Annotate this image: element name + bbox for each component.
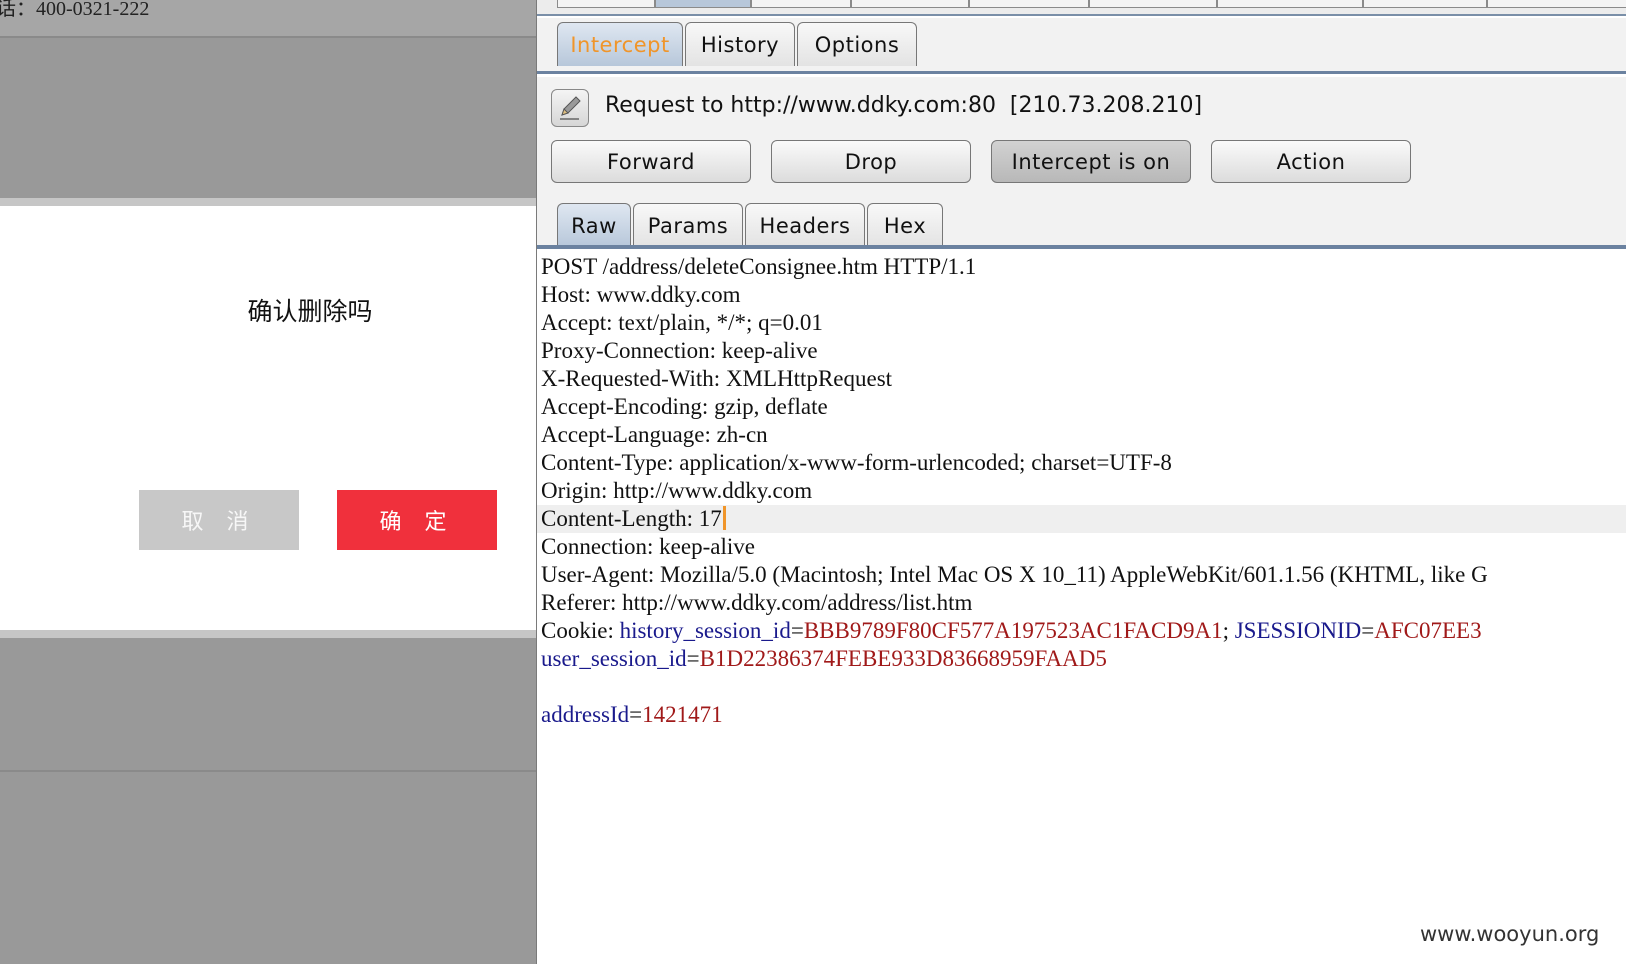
raw-request-editor[interactable]: POST /address/deleteConsignee.htm HTTP/1… (537, 253, 1626, 964)
cookie-value: AFC07EE3 (1374, 618, 1482, 643)
param-value: 1421471 (642, 702, 723, 727)
tab-raw[interactable]: Raw (557, 203, 631, 247)
top-tab-proxy-selected[interactable] (655, 0, 751, 8)
cookie-prefix: Cookie: (541, 618, 620, 643)
top-tab-stub[interactable] (751, 0, 851, 8)
cookie-separator: ; (1222, 618, 1235, 643)
intercept-toolbar: Request to http://www.ddky.com:80 [210.7… (537, 77, 1626, 247)
cookie-value: B1D22386374FEBE933D83668959FAAD5 (699, 646, 1107, 671)
header-line: Accept-Encoding: gzip, deflate (541, 394, 828, 419)
cookie-value: BBB9789F80CF577A197523AC1FACD9A1 (803, 618, 1223, 643)
top-tab-stub[interactable] (557, 0, 655, 8)
divider (0, 36, 536, 38)
tab-intercept[interactable]: Intercept (557, 22, 683, 66)
intercept-toggle-button[interactable]: Intercept is on (991, 140, 1191, 183)
cookie-line-continued: user_session_id=B1D22386374FEBE933D83668… (541, 646, 1107, 671)
header-line: X-Requested-With: XMLHttpRequest (541, 366, 893, 391)
forward-button[interactable]: Forward (551, 140, 751, 183)
cookie-key: user_session_id (541, 646, 687, 671)
header-line: Origin: http://www.ddky.com (541, 478, 813, 503)
request-target-text: Request to http://www.ddky.com:80 [210.7… (605, 93, 1203, 118)
body-param-line: addressId=1421471 (541, 702, 723, 727)
header-line: User-Agent: Mozilla/5.0 (Macintosh; Inte… (541, 562, 1488, 587)
cookie-key: history_session_id (619, 618, 791, 643)
param-key: addressId (541, 702, 630, 727)
header-line: Content-Type: application/x-www-form-url… (541, 450, 1172, 475)
top-tab-stub[interactable] (1487, 0, 1626, 8)
edit-request-button[interactable] (551, 89, 589, 127)
header-line: Host: www.ddky.com (541, 282, 741, 307)
tab-options[interactable]: Options (797, 22, 917, 66)
tab-params[interactable]: Params (633, 203, 743, 247)
tab-history[interactable]: History (685, 22, 795, 66)
pencil-icon (560, 96, 581, 120)
tab-headers[interactable]: Headers (745, 203, 865, 247)
header-line: Accept: text/plain, */*; q=0.01 (541, 310, 823, 335)
watermark: www.wooyun.org (1420, 922, 1600, 946)
text-caret (722, 506, 726, 530)
header-line: Proxy-Connection: keep-alive (541, 338, 818, 363)
top-tab-stub[interactable] (1089, 0, 1217, 8)
web-page-pane: 话：400-0321-222 确认删除吗 取 消 确 定 (0, 0, 536, 964)
header-line: Accept-Language: zh-cn (541, 422, 768, 447)
dialog-message: 确认删除吗 (247, 297, 373, 326)
confirm-button[interactable]: 确 定 (337, 490, 497, 550)
header-line: Connection: keep-alive (541, 534, 755, 559)
request-line: POST /address/deleteConsignee.htm HTTP/1… (541, 254, 977, 279)
proxy-subtabs: Intercept History Options (537, 18, 1626, 74)
top-tabs-strip (537, 0, 1626, 16)
top-tab-stub[interactable] (851, 0, 969, 8)
tab-hex[interactable]: Hex (867, 203, 943, 247)
cancel-button[interactable]: 取 消 (139, 490, 299, 550)
top-tab-stub[interactable] (969, 0, 1089, 8)
drop-button[interactable]: Drop (771, 140, 971, 183)
cookie-line: Cookie: history_session_id=BBB9789F80CF5… (541, 618, 1482, 643)
burp-proxy-pane: Intercept History Options Request to htt… (536, 0, 1626, 964)
header-line: Content-Length: 17 (541, 506, 722, 531)
divider (0, 770, 536, 772)
view-tabs-underline (537, 245, 1626, 249)
action-button[interactable]: Action (1211, 140, 1411, 183)
header-line: Referer: http://www.ddky.com/address/lis… (541, 590, 973, 615)
page-header-strip: 话：400-0321-222 (0, 0, 536, 36)
top-tab-stub[interactable] (1217, 0, 1363, 8)
confirm-delete-dialog: 确认删除吗 取 消 确 定 (0, 206, 536, 630)
current-line: Content-Length: 17 (537, 505, 1626, 533)
phone-number-text: 话：400-0321-222 (0, 0, 150, 20)
top-tab-stub[interactable] (1363, 0, 1487, 8)
cookie-key: JSESSIONID (1234, 618, 1362, 643)
